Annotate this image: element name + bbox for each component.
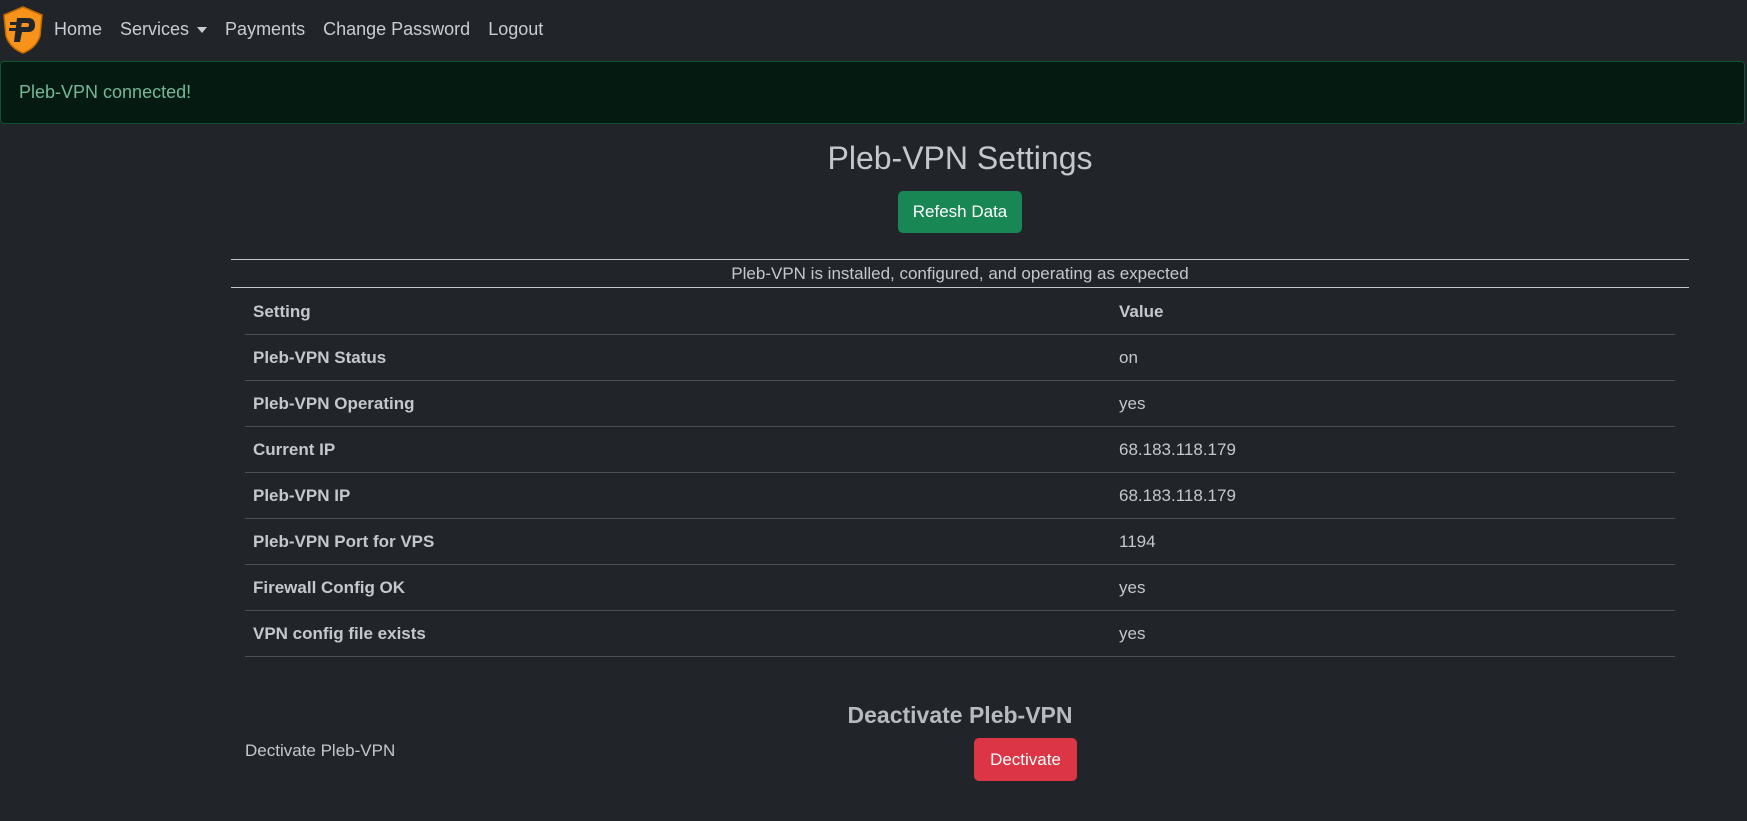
setting-name: Pleb-VPN Status (245, 334, 1111, 381)
chevron-down-icon (197, 27, 208, 33)
table-row: Current IP 68.183.118.179 (245, 426, 1675, 473)
alert-message: Pleb-VPN connected! (19, 82, 192, 102)
setting-value: 68.183.118.179 (1111, 426, 1675, 473)
table-row: Pleb-VPN IP 68.183.118.179 (245, 472, 1675, 519)
setting-value: 68.183.118.179 (1111, 472, 1675, 519)
nav-payments-link[interactable]: Payments (225, 19, 305, 40)
nav-menu: Home Services Payments Change Password L… (54, 0, 561, 58)
nav-services-label: Services (120, 18, 190, 39)
setting-value: yes (1111, 564, 1675, 611)
status-caption: Pleb-VPN is installed, configured, and o… (231, 259, 1689, 288)
setting-value: 1194 (1111, 518, 1675, 565)
column-header-setting: Setting (245, 289, 1111, 335)
setting-name: Current IP (245, 426, 1111, 473)
setting-name: Pleb-VPN Port for VPS (245, 518, 1111, 565)
table-header-row: Setting Value (245, 289, 1675, 335)
page-title: Pleb-VPN Settings (827, 140, 1093, 176)
connection-alert: Pleb-VPN connected! (0, 61, 1745, 124)
refresh-data-button[interactable]: Refesh Data (898, 191, 1022, 233)
setting-name: Pleb-VPN Operating (245, 380, 1111, 427)
nav-logout-link[interactable]: Logout (488, 19, 543, 40)
deactivate-section-title: Deactivate Pleb-VPN (847, 702, 1073, 728)
table-row: Pleb-VPN Status on (245, 334, 1675, 381)
settings-table: Setting Value Pleb-VPN Status on Pleb-VP… (245, 289, 1675, 657)
deactivate-button[interactable]: Dectivate (974, 738, 1077, 781)
table-row: Pleb-VPN Port for VPS 1194 (245, 518, 1675, 565)
deactivate-label: Dectivate Pleb-VPN (245, 741, 396, 760)
nav-change-password-link[interactable]: Change Password (323, 19, 470, 40)
pleb-vpn-logo-icon[interactable] (2, 6, 44, 54)
setting-value: yes (1111, 380, 1675, 427)
setting-name: Firewall Config OK (245, 564, 1111, 611)
table-row: VPN config file exists yes (245, 610, 1675, 657)
setting-value: on (1111, 334, 1675, 381)
navbar: Home Services Payments Change Password L… (0, 0, 1747, 58)
setting-name: Pleb-VPN IP (245, 472, 1111, 519)
nav-home-link[interactable]: Home (54, 19, 102, 40)
table-row: Firewall Config OK yes (245, 564, 1675, 611)
table-row: Pleb-VPN Operating yes (245, 380, 1675, 427)
setting-value: yes (1111, 610, 1675, 657)
column-header-value: Value (1111, 289, 1675, 335)
nav-services-dropdown[interactable]: Services (120, 18, 208, 40)
setting-name: VPN config file exists (245, 610, 1111, 657)
